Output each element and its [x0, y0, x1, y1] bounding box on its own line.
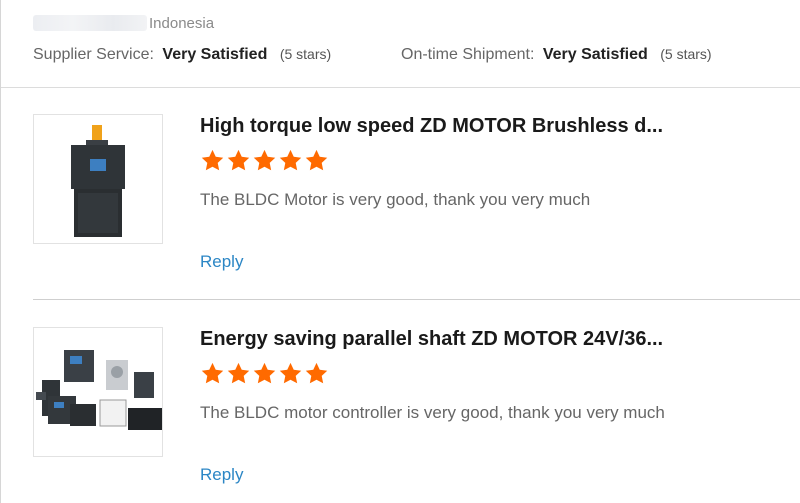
reply-link[interactable]: Reply: [200, 252, 243, 272]
review-item: Energy saving parallel shaft ZD MOTOR 24…: [33, 327, 800, 503]
brushless-motor-image: [71, 125, 125, 237]
review-item: High torque low speed ZD MOTOR Brushless…: [33, 114, 800, 300]
reply-link[interactable]: Reply: [200, 465, 243, 485]
shipment-label: On-time Shipment:: [401, 46, 535, 63]
supplier-service-stars: (5 stars): [279, 46, 332, 62]
review-product-title[interactable]: High torque low speed ZD MOTOR Brushless…: [200, 115, 663, 138]
star-icon: [305, 149, 328, 171]
star-icon: [279, 362, 302, 384]
review-comment: The BLDC motor controller is very good, …: [200, 403, 665, 422]
shipment-stars: (5 stars): [660, 46, 712, 62]
reviews-panel: Indonesia Supplier Service: Very Satisfi…: [0, 0, 800, 503]
supplier-service-rating: Supplier Service: Very Satisfied (5 star…: [33, 46, 331, 64]
star-icon: [227, 149, 250, 171]
star-icon: [279, 149, 302, 171]
product-thumbnail[interactable]: [33, 114, 163, 244]
review-header: Indonesia Supplier Service: Very Satisfi…: [1, 0, 800, 88]
star-icon: [253, 362, 276, 384]
shipment-value: Very Satisfied: [542, 46, 648, 63]
product-thumbnail[interactable]: [33, 327, 163, 457]
supplier-service-value: Very Satisfied: [162, 46, 268, 63]
review-stars: [200, 148, 330, 176]
motor-controller-set-image: [36, 350, 162, 430]
buyer-country: Indonesia: [149, 15, 215, 32]
review-product-title[interactable]: Energy saving parallel shaft ZD MOTOR 24…: [200, 328, 663, 351]
review-stars: [200, 361, 330, 389]
supplier-service-label: Supplier Service:: [33, 46, 154, 63]
star-icon: [305, 362, 328, 384]
buyer-name-redacted: [33, 15, 147, 31]
star-icon: [201, 149, 224, 171]
star-icon: [253, 149, 276, 171]
shipment-rating: On-time Shipment: Very Satisfied (5 star…: [401, 46, 712, 64]
review-comment: The BLDC Motor is very good, thank you v…: [200, 190, 591, 209]
star-icon: [201, 362, 224, 384]
star-icon: [227, 362, 250, 384]
